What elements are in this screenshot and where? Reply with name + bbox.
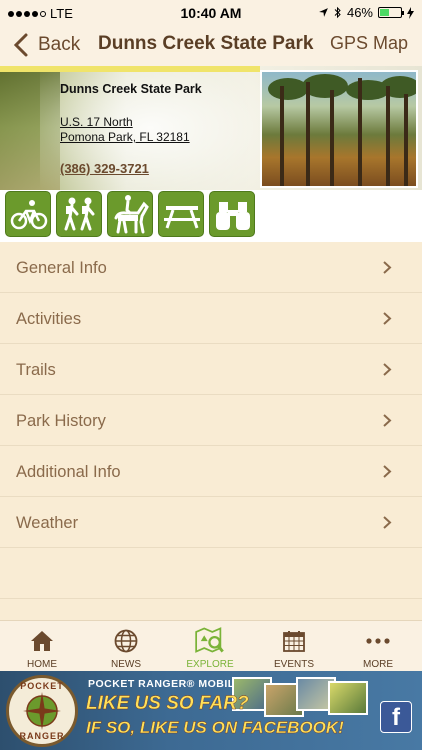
facebook-icon[interactable]: f (380, 701, 412, 733)
menu-item-activities[interactable]: Activities (0, 293, 422, 344)
menu-item-trails[interactable]: Trails (0, 344, 422, 395)
park-name: Dunns Creek State Park (60, 82, 202, 96)
menu-item-weather[interactable]: Weather (0, 497, 422, 548)
tab-explore[interactable]: EXPLORE (168, 621, 252, 672)
battery-icon (378, 7, 404, 18)
chevron-right-icon (383, 465, 392, 478)
park-header: Dunns Creek State Park U.S. 17 North Pom… (0, 66, 422, 190)
back-label: Back (38, 34, 81, 55)
park-photo[interactable] (260, 70, 418, 188)
menu-item-label: Activities (16, 310, 82, 328)
globe-icon (114, 629, 138, 653)
chevron-right-icon (383, 261, 392, 274)
facebook-promo-banner[interactable]: POCKET RANGER POCKET RANGER® MOBILE APP … (0, 671, 422, 750)
bottom-tab-bar: HOME NEWS EXPLORE EVENTS MORE (0, 620, 422, 671)
tab-events[interactable]: EVENTS (252, 621, 336, 672)
battery-percent: 46% (346, 5, 373, 20)
menu-item-empty (0, 548, 422, 599)
chevron-right-icon (383, 414, 392, 427)
tab-label: HOME (27, 659, 57, 670)
tab-label: EVENTS (273, 659, 314, 670)
tab-news[interactable]: NEWS (84, 621, 168, 672)
park-contact-info: Dunns Creek State Park U.S. 17 North Pom… (60, 82, 202, 176)
menu-item-label: Trails (16, 361, 56, 379)
activity-icons-row (0, 190, 422, 242)
bluetooth-icon (334, 6, 341, 19)
charging-bolt-icon (407, 6, 414, 19)
picnic-table-icon[interactable] (158, 191, 204, 237)
chevron-right-icon (383, 312, 392, 325)
calendar-icon (283, 631, 305, 652)
chevron-right-icon (383, 363, 392, 376)
menu-item-label: General Info (16, 259, 107, 277)
menu-item-general-info[interactable]: General Info (0, 242, 422, 293)
back-button[interactable]: Back (10, 32, 80, 58)
chevron-right-icon (383, 516, 392, 529)
pocket-ranger-logo: POCKET RANGER (6, 675, 78, 747)
header-accent-strip (0, 66, 260, 72)
banner-subheadline: IF SO, LIKE US ON FACEBOOK! (86, 718, 344, 737)
menu-item-label: Weather (16, 514, 79, 532)
map-search-icon (195, 627, 224, 653)
logo-text-bottom: RANGER (19, 731, 65, 741)
tab-label: NEWS (111, 659, 141, 670)
menu-item-label: Park History (16, 412, 106, 430)
address-line-2[interactable]: Pomona Park, FL 32181 (60, 130, 202, 145)
banner-headline: LIKE US SO FAR? (86, 693, 249, 714)
horse-rider-icon[interactable] (107, 191, 153, 237)
hikers-icon[interactable] (56, 191, 102, 237)
address-line-1[interactable]: U.S. 17 North (60, 115, 202, 130)
park-menu-list: General Info Activities Trails Park Hist… (0, 242, 422, 599)
status-right: 46% (318, 5, 414, 20)
menu-item-label: Additional Info (16, 463, 121, 481)
banner-photo (328, 681, 368, 715)
binoculars-icon[interactable] (209, 191, 255, 237)
status-bar: LTE 10:40 AM 46% (0, 0, 422, 26)
navigation-bar: Back Dunns Creek State Park GPS Map (0, 26, 422, 66)
tab-home[interactable]: HOME (0, 621, 84, 672)
tab-label: MORE (363, 659, 393, 670)
menu-item-additional-info[interactable]: Additional Info (0, 446, 422, 497)
phone-link[interactable]: (386) 329-3721 (60, 161, 202, 176)
page-title: Dunns Creek State Park (98, 33, 314, 54)
chevron-left-icon (13, 33, 28, 57)
more-dots-icon (366, 638, 390, 644)
tab-label: EXPLORE (186, 659, 234, 670)
bicycle-icon[interactable] (5, 191, 51, 237)
menu-item-park-history[interactable]: Park History (0, 395, 422, 446)
tab-more[interactable]: MORE (336, 621, 420, 672)
home-icon (31, 631, 53, 651)
location-arrow-icon (319, 8, 328, 17)
gps-map-button[interactable]: GPS Map (330, 33, 408, 54)
